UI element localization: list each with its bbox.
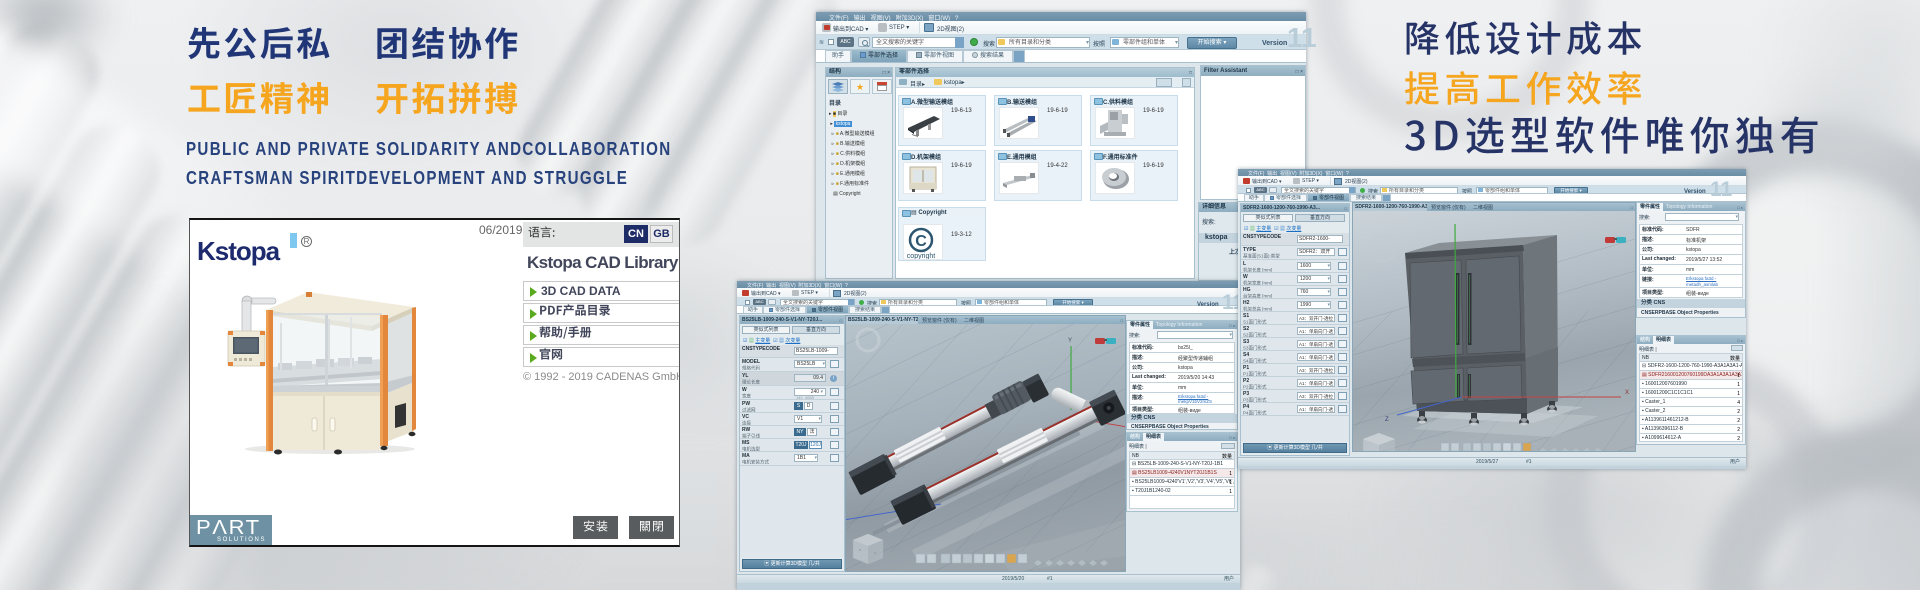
svg-text:copyright: copyright [907, 253, 935, 260]
svg-text:C: C [915, 233, 927, 250]
svg-text:Z: Z [1385, 417, 1389, 423]
svg-text:X: X [1625, 390, 1629, 396]
svg-text:Y: Y [1068, 338, 1072, 344]
